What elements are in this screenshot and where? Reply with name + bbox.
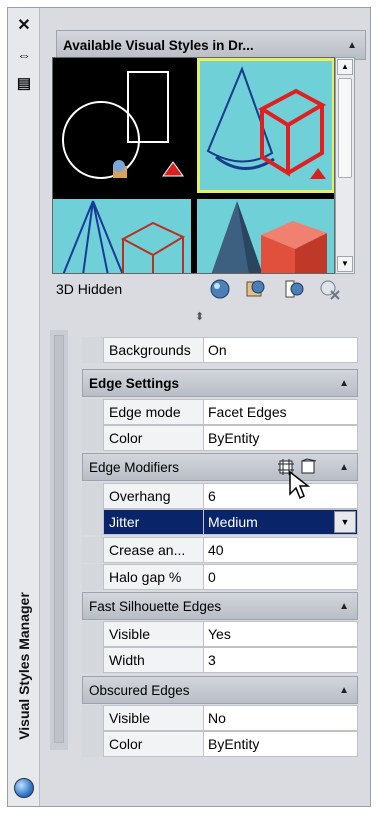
- available-styles-header[interactable]: Available Visual Styles in Dr... ▲: [56, 30, 366, 60]
- property-name: Width: [103, 647, 204, 673]
- row-gutter: [82, 621, 103, 647]
- section-edge-settings[interactable]: Edge Settings ▲: [82, 369, 358, 397]
- property-value[interactable]: 40: [204, 537, 358, 563]
- section-edge-modifiers[interactable]: Edge Modifiers ▲: [82, 453, 358, 481]
- panel-splitter-icon[interactable]: ⬍: [195, 310, 204, 323]
- properties-scrollbar[interactable]: [50, 330, 68, 750]
- property-value[interactable]: ByEntity: [204, 731, 358, 757]
- section-title: Obscured Edges: [89, 682, 190, 698]
- row-gutter: [82, 483, 103, 509]
- property-name: Color: [103, 731, 204, 757]
- collapse-arrow-icon[interactable]: ▲: [339, 685, 349, 696]
- row-gutter: [82, 509, 103, 535]
- dropdown-value: Medium: [208, 514, 258, 530]
- property-row-backgrounds[interactable]: Backgrounds On: [103, 337, 358, 363]
- chevron-down-icon[interactable]: ▼: [334, 511, 356, 533]
- property-name: Color: [103, 425, 204, 451]
- close-icon[interactable]: ✕: [14, 16, 34, 34]
- thumbnail-realistic[interactable]: [197, 199, 334, 273]
- property-value[interactable]: 6: [204, 483, 358, 509]
- row-gutter: [82, 564, 103, 590]
- delete-icon[interactable]: [318, 277, 342, 301]
- create-visual-style-icon[interactable]: [208, 277, 232, 301]
- row-gutter: [82, 537, 103, 563]
- section-obscured-edges[interactable]: Obscured Edges ▲: [82, 676, 358, 704]
- collapse-arrow-icon[interactable]: ▲: [339, 601, 349, 612]
- row-gutter: [82, 731, 103, 757]
- property-row-silhouette-width[interactable]: Width 3: [103, 647, 358, 673]
- section-title: Edge Settings: [89, 375, 180, 391]
- property-row-color[interactable]: Color ByEntity: [103, 425, 358, 451]
- globe-icon: [14, 778, 34, 798]
- property-value[interactable]: Yes: [204, 621, 358, 647]
- palette-title-bar[interactable]: ✕ ⇔ ▤ Visual Styles Manager: [8, 8, 40, 806]
- palette-title: Visual Styles Manager: [16, 592, 32, 740]
- property-value[interactable]: Facet Edges: [204, 399, 358, 425]
- scroll-down-icon[interactable]: ▼: [337, 256, 353, 272]
- property-row-jitter[interactable]: Jitter Medium ▼: [103, 509, 358, 535]
- scroll-up-icon[interactable]: ▲: [337, 59, 353, 75]
- property-value[interactable]: On: [204, 337, 358, 363]
- property-value[interactable]: 0: [204, 564, 358, 590]
- row-gutter: [82, 399, 103, 425]
- section-title: Fast Silhouette Edges: [89, 598, 222, 614]
- apply-to-viewport-icon[interactable]: [244, 277, 268, 301]
- property-name: Visible: [103, 705, 204, 731]
- section-fast-silhouette-edges[interactable]: Fast Silhouette Edges ▲: [82, 592, 358, 620]
- export-tool-palette-icon[interactable]: [282, 277, 306, 301]
- collapse-arrow-icon[interactable]: ▲: [339, 378, 349, 389]
- row-gutter: [82, 647, 103, 673]
- property-name: Crease an...: [103, 537, 204, 563]
- visual-style-thumbnails[interactable]: [52, 57, 335, 274]
- properties-scroll-thumb[interactable]: [54, 335, 64, 743]
- collapse-arrow-icon[interactable]: ▲: [347, 40, 357, 51]
- property-row-halo-gap[interactable]: Halo gap % 0: [103, 564, 358, 590]
- property-row-edge-mode[interactable]: Edge mode Facet Edges: [103, 399, 358, 425]
- property-row-obscured-visible[interactable]: Visible No: [103, 705, 358, 731]
- thumbnails-scrollbar[interactable]: ▲ ▼: [335, 57, 355, 274]
- property-value[interactable]: ByEntity: [204, 425, 358, 451]
- property-name: Overhang: [103, 483, 204, 509]
- property-name: Backgrounds: [103, 337, 204, 363]
- auto-hide-icon[interactable]: ⇔: [14, 46, 34, 64]
- property-row-silhouette-visible[interactable]: Visible Yes: [103, 621, 358, 647]
- property-row-overhang[interactable]: Overhang 6: [103, 483, 358, 509]
- property-name: Halo gap %: [103, 564, 204, 590]
- available-styles-title: Available Visual Styles in Dr...: [63, 37, 254, 53]
- property-value[interactable]: No: [204, 705, 358, 731]
- selected-style-name: 3D Hidden: [56, 281, 123, 297]
- collapse-arrow-icon[interactable]: ▲: [339, 462, 349, 473]
- thumbnail-3d-hidden[interactable]: [197, 58, 334, 193]
- property-name: Visible: [103, 621, 204, 647]
- property-row-obscured-color[interactable]: Color ByEntity: [103, 731, 358, 757]
- properties-menu-icon[interactable]: ▤: [14, 74, 34, 92]
- row-gutter: [82, 425, 103, 451]
- property-name: Jitter: [103, 509, 204, 535]
- thumbnail-2d-wireframe[interactable]: [53, 58, 191, 193]
- jitter-dropdown[interactable]: Medium ▼: [204, 509, 358, 535]
- thumbnail-3d-wireframe[interactable]: [53, 199, 191, 273]
- section-title: Edge Modifiers: [89, 459, 180, 475]
- row-gutter: [82, 705, 103, 731]
- row-gutter: [82, 337, 103, 363]
- property-row-crease-angle[interactable]: Crease an... 40: [103, 537, 358, 563]
- property-value[interactable]: 3: [204, 647, 358, 673]
- mouse-cursor-icon: [288, 470, 311, 505]
- scroll-thumb[interactable]: [338, 78, 352, 178]
- property-name: Edge mode: [103, 399, 204, 425]
